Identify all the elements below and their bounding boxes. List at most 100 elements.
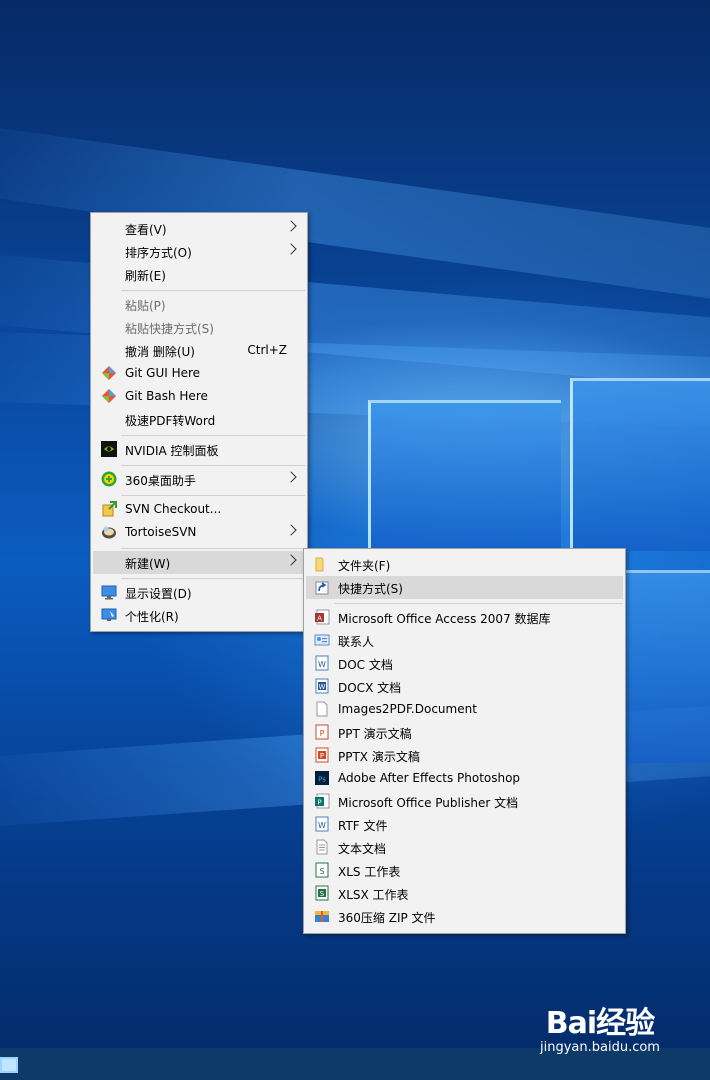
chevron-right-icon [285,554,297,566]
svg-text:A: A [317,615,322,623]
rtf-icon: W [315,816,329,832]
svg-text:W: W [319,683,326,691]
chevron-right-icon [285,220,297,232]
chevron-right-icon [285,243,297,255]
menu-item-label: PPTX 演示文稿 [338,750,420,764]
new-item-doc[interactable]: W DOC 文档 [306,652,623,675]
menu-item-pdf-to-word[interactable]: 极速PDF转Word [93,408,305,431]
menu-item-view[interactable]: 查看(V) [93,217,305,240]
shortcut-icon [315,581,329,595]
window-pane [368,400,561,553]
menu-item-new[interactable]: 新建(W) [93,551,305,574]
new-item-xls[interactable]: S XLS 工作表 [306,859,623,882]
svg-text:Ps: Ps [318,776,326,784]
menu-item-label: Microsoft Office Publisher 文档 [338,796,519,810]
new-item-pptx[interactable]: P PPTX 演示文稿 [306,744,623,767]
new-item-xlsx[interactable]: S XLSX 工作表 [306,882,623,905]
menu-separator [334,603,623,604]
new-item-images2pdf[interactable]: Images2PDF.Document [306,698,623,721]
svg-text:W: W [318,660,326,669]
menu-item-personalize[interactable]: 个性化(R) [93,604,305,627]
menu-item-label: Git Bash Here [125,389,208,403]
blank-file-icon [316,701,328,717]
ppt-icon: P [315,724,329,740]
contact-icon [314,634,330,646]
menu-item-label: NVIDIA 控制面板 [125,444,219,458]
menu-item-display-settings[interactable]: 显示设置(D) [93,581,305,604]
menu-item-shortcut: Ctrl+Z [247,343,287,357]
menu-item-label: Microsoft Office Access 2007 数据库 [338,612,551,626]
xlsx-icon: S [315,885,329,901]
menu-item-paste[interactable]: 粘贴(P) [93,293,305,316]
menu-item-sort-by[interactable]: 排序方式(O) [93,240,305,263]
menu-item-label: XLSX 工作表 [338,888,409,902]
new-item-shortcut[interactable]: 快捷方式(S) [306,576,623,599]
menu-item-svn-checkout[interactable]: SVN Checkout... [93,498,305,521]
photoshop-icon: Ps [315,771,329,785]
new-item-zip[interactable]: 360压缩 ZIP 文件 [306,905,623,928]
svg-text:P: P [320,729,325,738]
new-item-folder[interactable]: 文件夹(F) [306,553,623,576]
git-bash-icon [102,389,116,403]
menu-separator [121,465,305,466]
new-item-access-db[interactable]: A Microsoft Office Access 2007 数据库 [306,606,623,629]
new-item-photoshop[interactable]: Ps Adobe After Effects Photoshop [306,767,623,790]
publisher-icon: P [315,793,330,809]
menu-separator [121,495,305,496]
menu-item-label: 360桌面助手 [125,474,196,488]
menu-item-360-desktop[interactable]: 360桌面助手 [93,468,305,491]
menu-item-paste-shortcut[interactable]: 粘贴快捷方式(S) [93,316,305,339]
new-item-text-document[interactable]: 文本文档 [306,836,623,859]
menu-item-refresh[interactable]: 刷新(E) [93,263,305,286]
svg-text:S: S [320,890,325,898]
git-gui-icon [102,366,116,380]
new-item-docx[interactable]: W DOCX 文档 [306,675,623,698]
folder-icon [315,557,324,572]
new-submenu: 文件夹(F) 快捷方式(S) A Microsoft Office Access… [303,548,626,934]
doc-icon: W [315,655,329,671]
menu-item-label: 排序方式(O) [125,246,192,260]
menu-item-label: PPT 演示文稿 [338,727,412,741]
chevron-right-icon [285,524,297,536]
new-item-contact[interactable]: 联系人 [306,629,623,652]
new-item-publisher[interactable]: P Microsoft Office Publisher 文档 [306,790,623,813]
svn-checkout-icon [102,501,117,517]
menu-item-label: 360压缩 ZIP 文件 [338,911,436,925]
menu-item-label: 粘贴(P) [125,299,166,313]
menu-item-label: 刷新(E) [125,269,166,283]
menu-item-label: Git GUI Here [125,366,201,380]
watermark-logo: Bai经验 [545,1006,655,1041]
menu-item-label: DOCX 文档 [338,681,402,695]
menu-item-label: 文件夹(F) [338,559,391,573]
display-settings-icon [101,585,117,600]
menu-item-git-bash[interactable]: Git Bash Here [93,385,305,408]
menu-item-label: RTF 文件 [338,819,388,833]
menu-item-git-gui[interactable]: Git GUI Here [93,362,305,385]
menu-item-label: 极速PDF转Word [125,414,216,428]
menu-separator [121,290,305,291]
access-icon: A [315,609,330,625]
menu-item-label: 粘贴快捷方式(S) [125,322,214,336]
menu-item-nvidia[interactable]: NVIDIA 控制面板 [93,438,305,461]
menu-separator [121,548,305,549]
menu-separator [121,578,305,579]
menu-item-label: DOC 文档 [338,658,393,672]
menu-item-tortoise-svn[interactable]: TortoiseSVN [93,521,305,544]
svg-text:P: P [317,799,321,807]
docx-icon: W [315,678,329,694]
new-item-ppt[interactable]: P PPT 演示文稿 [306,721,623,744]
nvidia-icon [101,441,117,457]
svg-text:P: P [320,752,324,760]
menu-item-label: 文本文档 [338,842,387,856]
new-item-rtf[interactable]: W RTF 文件 [306,813,623,836]
menu-item-undo-delete[interactable]: 撤消 删除(U) Ctrl+Z [93,339,305,362]
menu-item-label: SVN Checkout... [125,502,222,516]
desktop-context-menu: 查看(V) 排序方式(O) 刷新(E) 粘贴(P) 粘贴快捷方式(S) 撤消 删… [90,212,308,632]
menu-item-label: 联系人 [338,635,375,649]
menu-item-label: 撤消 删除(U) [125,345,195,359]
tortoise-svn-icon [102,526,116,539]
taskbar-app-icon[interactable] [0,1057,18,1073]
svg-text:W: W [318,821,326,830]
menu-item-label: 新建(W) [125,557,171,571]
svg-text:S: S [319,867,324,876]
